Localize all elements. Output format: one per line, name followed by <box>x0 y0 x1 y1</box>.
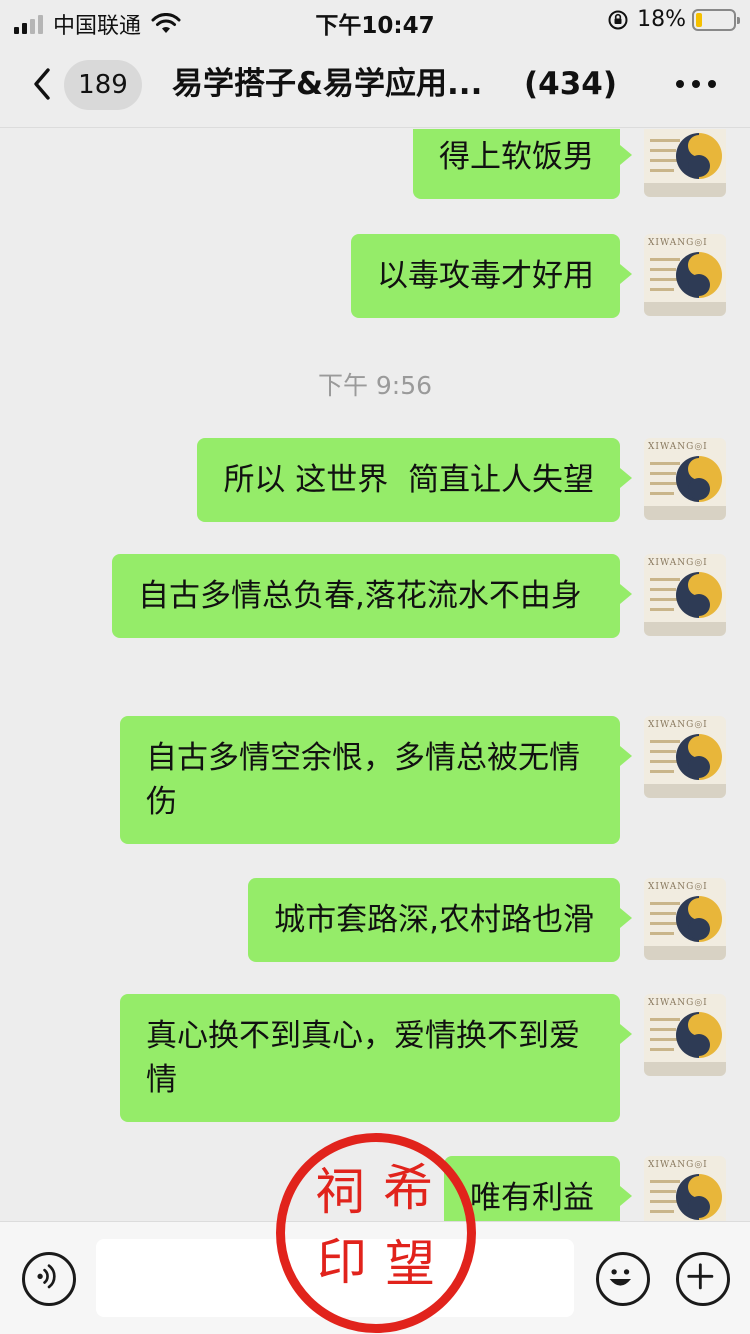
voice-icon[interactable] <box>22 1252 76 1306</box>
avatar[interactable]: XIWANG◎I <box>644 554 726 636</box>
message-row: 城市套路深,农村路也滑 XIWANG◎I <box>248 878 726 962</box>
seal-stamp: 祠 希 印 望 <box>276 1133 476 1333</box>
yin-yang-icon <box>676 896 722 942</box>
message-row: 以毒攻毒才好用 XIWANG◎I <box>351 234 726 318</box>
message-bubble[interactable]: 城市套路深,农村路也滑 <box>248 878 632 962</box>
yin-yang-icon <box>676 1174 722 1220</box>
avatar-brand-text: XIWANG◎I <box>648 558 708 568</box>
member-count: (434) <box>524 66 618 102</box>
status-right: 18% <box>607 7 740 32</box>
stamp-char: 希 <box>383 1159 433 1217</box>
emoji-icon[interactable] <box>596 1252 650 1306</box>
message-bubble[interactable]: 自古多情空余恨，多情总被无情伤 <box>120 716 632 844</box>
stamp-char: 望 <box>385 1235 435 1293</box>
avatar-brand-text: XIWANG◎I <box>648 998 708 1008</box>
back-icon[interactable] <box>28 64 58 104</box>
yin-yang-icon <box>676 734 722 780</box>
yin-yang-icon <box>676 252 722 298</box>
status-bar: 中国联通 下午10:47 18% <box>0 0 750 42</box>
yin-yang-icon <box>676 572 722 618</box>
avatar[interactable]: XIWANG◎I <box>644 878 726 960</box>
message-list[interactable]: 得上软饭男 XIWANG◎I 以毒攻毒才好用 XIWANG◎I 下午 9:56 … <box>0 129 750 1221</box>
message-row: 自古多情总负春,落花流水不由身 XIWANG◎I <box>112 554 726 638</box>
message-bubble[interactable]: 以毒攻毒才好用 <box>351 234 632 318</box>
stamp-char: 印 <box>317 1233 367 1291</box>
message-row: 所以 这世界 简直让人失望 XIWANG◎I <box>197 438 726 522</box>
message-row: 唯有利益 XIWANG◎I <box>444 1156 726 1221</box>
message-bubble[interactable]: 得上软饭男 <box>413 129 632 199</box>
stamp-char: 祠 <box>315 1163 365 1221</box>
avatar[interactable]: XIWANG◎I <box>644 438 726 520</box>
plus-icon[interactable] <box>676 1252 730 1306</box>
message-row: 得上软饭男 XIWANG◎I <box>413 129 726 199</box>
avatar[interactable]: XIWANG◎I <box>644 716 726 798</box>
avatar[interactable]: XIWANG◎I <box>644 994 726 1076</box>
chat-header: 189 易学搭子&易学应用... (434) <box>0 42 750 128</box>
avatar-brand-text: XIWANG◎I <box>648 882 708 892</box>
avatar-brand-text: XIWANG◎I <box>648 442 708 452</box>
avatar-brand-text: XIWANG◎I <box>648 238 708 248</box>
avatar-brand-text: XIWANG◎I <box>648 1160 708 1170</box>
more-options-icon[interactable] <box>676 80 716 88</box>
rotation-lock-icon <box>608 10 628 29</box>
yin-yang-icon <box>676 1012 722 1058</box>
avatar[interactable]: XIWANG◎I <box>644 129 726 197</box>
message-row: 真心换不到真心，爱情换不到爱情 XIWANG◎I <box>120 994 726 1122</box>
message-bubble[interactable]: 所以 这世界 简直让人失望 <box>197 438 632 522</box>
message-timestamp: 下午 9:56 <box>317 371 433 400</box>
avatar[interactable]: XIWANG◎I <box>644 1156 726 1221</box>
unread-count-badge[interactable]: 189 <box>64 60 142 110</box>
battery-percent: 18% <box>637 7 686 32</box>
yin-yang-icon <box>676 133 722 179</box>
message-row: 自古多情空余恨，多情总被无情伤 XIWANG◎I <box>120 716 726 844</box>
message-bubble[interactable]: 自古多情总负春,落花流水不由身 <box>112 554 632 638</box>
message-bubble[interactable]: 真心换不到真心，爱情换不到爱情 <box>120 994 632 1122</box>
battery-fill <box>696 12 702 27</box>
avatar-brand-text: XIWANG◎I <box>648 720 708 730</box>
yin-yang-icon <box>676 456 722 502</box>
avatar[interactable]: XIWANG◎I <box>644 234 726 316</box>
battery-icon <box>692 8 740 31</box>
